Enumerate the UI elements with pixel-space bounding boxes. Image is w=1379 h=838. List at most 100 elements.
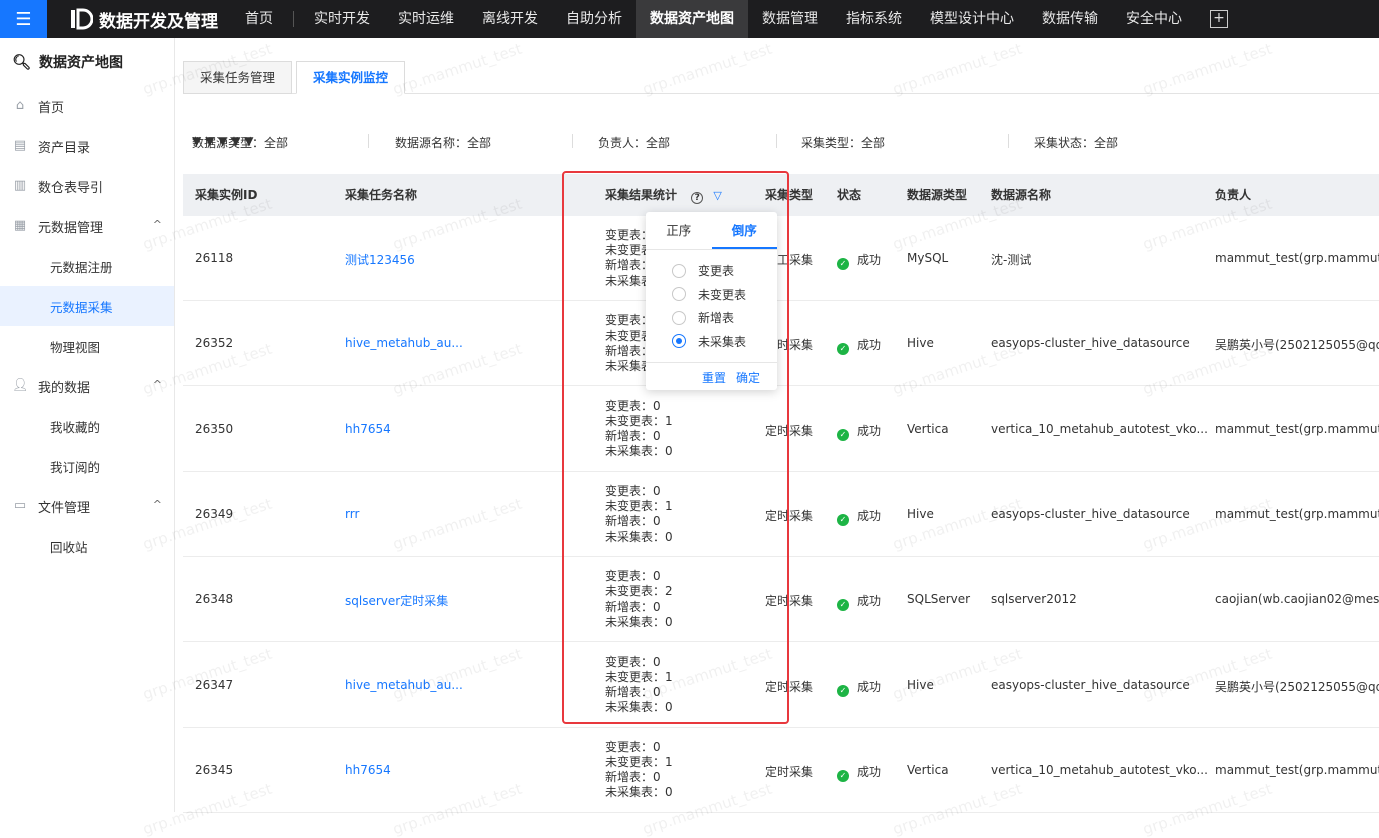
brand[interactable]: 数据开发及管理 [69,7,231,32]
nav-realtime-ops[interactable]: 实时运维 [384,0,468,38]
filter-icon[interactable]: ▽ [713,189,721,202]
filter-label: 采集状态： [1034,136,1095,150]
tab-bar: 采集任务管理 采集实例监控 [183,61,1379,94]
filter-collect-type[interactable]: 采集类型： 全部 [801,134,885,151]
sidebar-item-label: 资产目录 [38,140,91,156]
tab-descending[interactable]: 倒序 [711,212,777,249]
filter-source-name[interactable]: 数据源名称： 全部 [395,134,491,151]
status-label: 成功 [857,764,882,779]
radio-icon[interactable] [672,310,686,325]
stat-label: 未采集表： [605,529,666,544]
col-collect-type[interactable]: 采集类型 [765,174,813,216]
result-stats: 变更表：0 未变更表：1 新增表：0 未采集表：0 [605,399,673,460]
sort-option-added[interactable]: 新增表 [646,306,777,330]
sidebar-item-subscriptions[interactable]: 我订阅的 [0,446,174,486]
task-name-link[interactable]: hive_metahub_au... [345,336,463,350]
col-source-type[interactable]: 数据源类型 [907,174,967,216]
check-circle-icon: ✓ [837,599,849,612]
sidebar-item-recycle-bin[interactable]: 回收站 [0,526,174,566]
task-name-link[interactable]: hh7654 [345,763,391,777]
sidebar-item-favorites[interactable]: 我收藏的 [0,406,174,446]
folder-icon: ▭ [13,498,27,513]
stat-label: 未变更表： [605,499,666,514]
document-icon: ▤ [13,138,27,153]
filter-collect-status[interactable]: 采集状态： 全部 [1034,134,1118,151]
task-name-link[interactable]: hh7654 [345,422,391,436]
filter-divider [776,134,777,148]
nav-metric-system[interactable]: 指标系统 [832,0,916,38]
nav-asset-map[interactable]: 数据资产地图 [636,0,748,38]
radio-icon[interactable] [672,287,686,302]
task-name-link[interactable]: 测试123456 [345,251,415,268]
task-name-link[interactable]: hive_metahub_au... [345,678,463,692]
confirm-button[interactable]: 确定 [736,369,760,386]
table-row: 26345 hh7654 变更表：0 未变更表：1 新增表：0 未采集表：0 定时采集 ✓ 成功… [183,728,1379,813]
sidebar-group-metadata[interactable]: ▦ 元数据管理 ^ [0,206,174,246]
nav-data-transfer[interactable]: 数据传输 [1028,0,1112,38]
nav-home[interactable]: 首页 [231,0,287,38]
collect-type: 定时采集 [765,423,814,438]
task-name-link[interactable]: sqlserver定时采集 [345,592,448,609]
tab-task-management[interactable]: 采集任务管理 [183,61,293,94]
sidebar-item-catalog[interactable]: ▤ 资产目录 [0,126,174,166]
stat-value: 1 [665,499,673,514]
filter-owner[interactable]: 负责人： 全部 [598,134,670,151]
nav-data-management[interactable]: 数据管理 [748,0,832,38]
status-badge: ✓ 成功 [837,251,881,270]
filter-divider [368,134,369,148]
sidebar-item-physical-view[interactable]: 物理视图 [0,326,174,366]
filter-label: 数据源类型： [192,136,265,150]
sidebar-item-metadata-collect[interactable]: 元数据采集 [0,286,174,326]
nav-self-analysis[interactable]: 自助分析 [552,0,636,38]
col-task-name[interactable]: 采集任务名称 [345,174,417,216]
sidebar-item-metadata-register[interactable]: 元数据注册 [0,246,174,286]
stat-value: 1 [665,755,673,769]
col-source-name[interactable]: 数据源名称 [991,174,1051,216]
sidebar-item-label: 文件管理 [38,500,91,516]
nav-offline-dev[interactable]: 离线开发 [468,0,552,38]
search-icon: 🔍︎ [12,53,32,71]
tab-instance-monitor[interactable]: 采集实例监控 [296,61,406,94]
radio-icon[interactable] [672,263,686,278]
filter-value: 全部 [1094,136,1119,150]
stat-uncollected: 未采集表：0 [605,700,673,715]
nav-model-design[interactable]: 模型设计中心 [916,0,1028,38]
check-circle-icon: ✓ [837,428,849,441]
source-name: sqlserver2012 [991,592,1077,607]
task-name-link[interactable]: rrr [345,507,359,521]
stat-label: 新增表： [605,684,654,699]
add-nav-icon[interactable]: + [1210,10,1228,28]
sidebar-item-warehouse-guide[interactable]: ▥ 数仓表导引 [0,166,174,206]
col-owner[interactable]: 负责人 [1215,174,1251,216]
col-result-stats[interactable]: 采集结果统计 ? ▽ [605,174,722,216]
menu-icon[interactable]: ☰ [0,0,47,38]
stat-changed: 变更表：0 [605,484,673,499]
nav-realtime-dev[interactable]: 实时开发 [300,0,384,38]
tab-ascending[interactable]: 正序 [646,212,712,249]
col-status[interactable]: 状态 [837,174,861,216]
radio-checked-icon[interactable] [672,334,686,349]
status-badge: ✓ 成功 [837,336,881,356]
sort-option-uncollected[interactable]: 未采集表 [646,330,777,354]
reset-button[interactable]: 重置 [702,369,726,386]
help-icon[interactable]: ? [691,192,704,204]
result-stats: 变更表：0 未变更表：1 新增表：0 未采集表：0 [605,740,673,801]
col-instance-id[interactable]: 采集实例ID [195,174,257,216]
source-type: Hive [907,506,934,521]
chevron-up-icon: ^ [152,498,162,511]
stat-label: 未采集表： [605,444,666,459]
sort-popup-footer: 重置 确定 [646,362,777,390]
sort-option-changed[interactable]: 变更表 [646,259,777,283]
filter-source-type[interactable]: 数据源类型： 全部 [192,134,288,151]
sidebar-group-my-data[interactable]: 👤︎ 我的数据 ^ [0,366,174,406]
sidebar-item-home[interactable]: ⌂ 首页 [0,86,174,126]
collect-type: 定时采集 [765,764,814,779]
nav-security[interactable]: 安全中心 [1112,0,1196,38]
stat-value: 1 [665,413,673,428]
stat-value: 0 [665,614,673,629]
sidebar-group-files[interactable]: ▭ 文件管理 ^ [0,486,174,526]
stat-value: 0 [653,483,661,498]
sidebar-item-label: 数仓表导引 [38,180,104,196]
sidebar-item-label: 元数据管理 [38,220,104,236]
sort-option-unchanged[interactable]: 未变更表 [646,283,777,307]
